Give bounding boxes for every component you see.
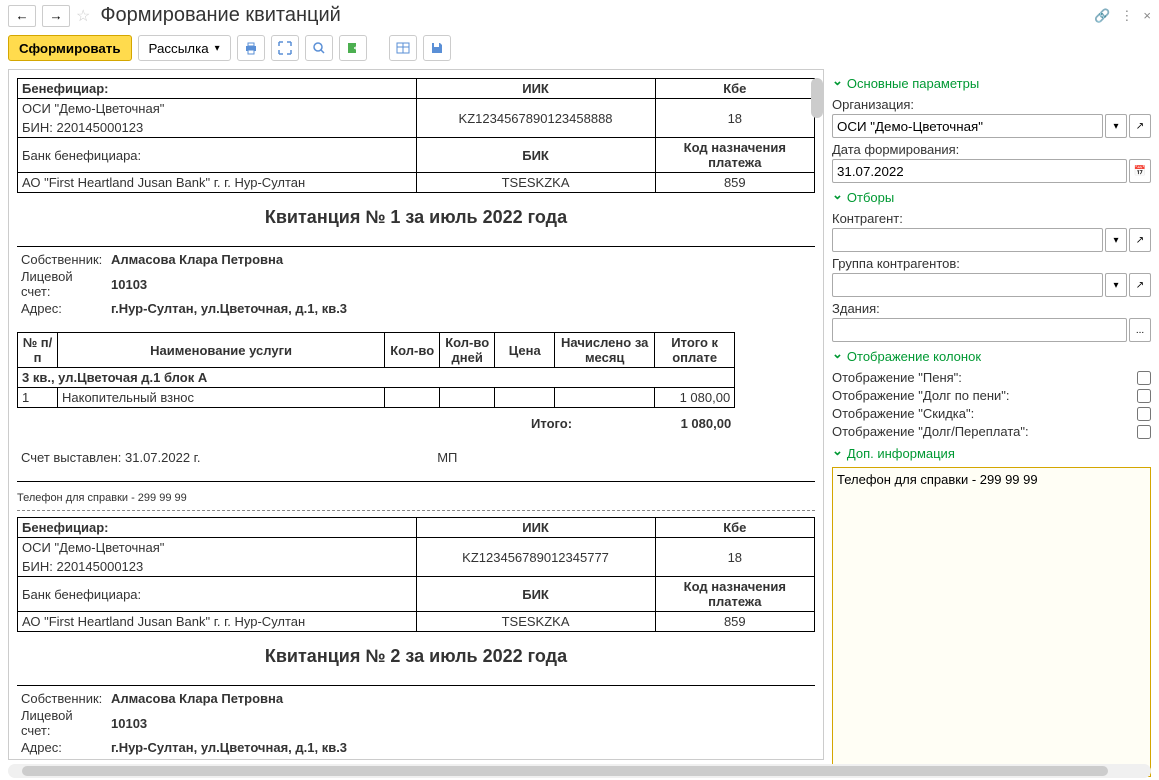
table-button[interactable]: [389, 35, 417, 61]
section-columns[interactable]: Отображение колонок: [832, 346, 1151, 366]
owner-info-2: Собственник:Алмасова Клара Петровна Лице…: [17, 690, 815, 756]
total-row: Итого: 1 080,00: [17, 414, 735, 433]
save-button[interactable]: [423, 35, 451, 61]
zoom-button[interactable]: [305, 35, 333, 61]
export-icon: [345, 40, 361, 56]
bik-value: TSESKZKA: [416, 173, 655, 193]
phone-footnote: Телефон для справки - 299 99 99: [17, 492, 815, 504]
date-input[interactable]: [832, 159, 1127, 183]
receipt-1: Бенефициар: ИИК Кбе ОСИ "Демо-Цветочная"…: [17, 78, 815, 504]
debt-overpay-checkbox[interactable]: [1137, 425, 1151, 439]
more-icon[interactable]: ⋮: [1120, 8, 1133, 24]
owner-info: Собственник:Алмасова Клара Петровна Лице…: [17, 251, 815, 317]
scrollbar-vertical[interactable]: [811, 78, 823, 118]
print-button[interactable]: [237, 35, 265, 61]
back-button[interactable]: ←: [8, 5, 36, 27]
group-dropdown[interactable]: ▾: [1105, 273, 1127, 297]
counterparty-input[interactable]: [832, 228, 1103, 252]
bik-label: БИК: [522, 148, 549, 163]
kbe-value: 18: [655, 99, 814, 138]
section-additional-info[interactable]: Доп. информация: [832, 443, 1151, 463]
mailing-button[interactable]: Рассылка: [138, 35, 231, 61]
section-header-row: 3 кв., ул.Цветочая д.1 блок А: [22, 370, 207, 385]
calendar-icon: 📅: [1134, 166, 1146, 177]
kbe-label: Кбе: [723, 81, 746, 96]
bin-value: БИН: 220145000123: [18, 118, 417, 138]
purpose-label: Код назначения платежа: [684, 140, 786, 170]
forward-button[interactable]: →: [42, 5, 70, 27]
close-icon[interactable]: ×: [1143, 8, 1151, 23]
group-input[interactable]: [832, 273, 1103, 297]
link-icon[interactable]: 🔗: [1094, 8, 1110, 24]
favorite-icon[interactable]: ☆: [76, 6, 90, 26]
purpose-value: 859: [655, 173, 814, 193]
scrollbar-horizontal[interactable]: [8, 764, 1151, 778]
issued-row: Счет выставлен: 31.07.2022 г.МП: [17, 448, 496, 467]
expand-icon: [277, 40, 293, 56]
title-bar: ← → ☆ Формирование квитанций 🔗 ⋮ ×: [0, 0, 1159, 31]
beneficiary-label: Бенефициар:: [22, 81, 109, 96]
buildings-input[interactable]: [832, 318, 1127, 342]
iik-value: KZ1234567890123458888: [416, 99, 655, 138]
beneficiary-name: ОСИ "Демо-Цветочная": [18, 99, 417, 119]
group-label: Группа контрагентов:: [832, 256, 1151, 271]
receipt-title: Квитанция № 1 за июль 2022 года: [17, 193, 815, 242]
counterparty-label: Контрагент:: [832, 211, 1151, 226]
org-open-button[interactable]: ↗: [1129, 114, 1151, 138]
debt-overpay-label: Отображение "Долг/Переплата":: [832, 424, 1029, 439]
section-filters[interactable]: Отборы: [832, 187, 1151, 207]
expand-button[interactable]: [271, 35, 299, 61]
generate-button[interactable]: Сформировать: [8, 35, 132, 61]
buildings-more[interactable]: ...: [1129, 318, 1151, 342]
iik-label: ИИК: [522, 81, 549, 96]
export-button[interactable]: [339, 35, 367, 61]
services-table: № п/п Наименование услуги Кол-во Кол-во …: [17, 332, 735, 408]
receipt-2: Бенефициар: ИИК Кбе ОСИ "Демо-Цветочная"…: [17, 517, 815, 756]
penalty-label: Отображение "Пеня":: [832, 370, 962, 385]
save-icon: [429, 40, 445, 56]
discount-checkbox[interactable]: [1137, 407, 1151, 421]
debt-penalty-checkbox[interactable]: [1137, 389, 1151, 403]
penalty-checkbox[interactable]: [1137, 371, 1151, 385]
beneficiary-table-2: Бенефициар: ИИК Кбе ОСИ "Демо-Цветочная"…: [17, 517, 815, 632]
receipt-title-2: Квитанция № 2 за июль 2022 года: [17, 632, 815, 681]
side-panel: Основные параметры Организация: ▾ ↗ Дата…: [824, 65, 1159, 764]
toolbar: Сформировать Рассылка: [0, 31, 1159, 65]
page-title: Формирование квитанций: [100, 4, 1088, 27]
counterparty-dropdown[interactable]: ▾: [1105, 228, 1127, 252]
org-input[interactable]: [832, 114, 1103, 138]
calendar-button[interactable]: 📅: [1129, 159, 1151, 183]
org-label: Организация:: [832, 97, 1151, 112]
info-textarea[interactable]: [832, 467, 1151, 777]
section-main-params[interactable]: Основные параметры: [832, 73, 1151, 93]
bank-name: АО "First Heartland Jusan Bank" г. г. Ну…: [18, 173, 417, 193]
zoom-icon: [311, 40, 327, 56]
counterparty-open[interactable]: ↗: [1129, 228, 1151, 252]
org-dropdown-button[interactable]: ▾: [1105, 114, 1127, 138]
date-label: Дата формирования:: [832, 142, 1151, 157]
table-row: 1 Накопительный взнос 1 080,00: [18, 388, 735, 408]
group-open[interactable]: ↗: [1129, 273, 1151, 297]
preview-area[interactable]: Бенефициар: ИИК Кбе ОСИ "Демо-Цветочная"…: [8, 69, 824, 760]
bank-label: Банк бенефициара:: [18, 138, 417, 173]
debt-penalty-label: Отображение "Долг по пени":: [832, 388, 1010, 403]
beneficiary-table: Бенефициар: ИИК Кбе ОСИ "Демо-Цветочная"…: [17, 78, 815, 193]
buildings-label: Здания:: [832, 301, 1151, 316]
table-icon: [395, 40, 411, 56]
print-icon: [243, 40, 259, 56]
discount-label: Отображение "Скидка":: [832, 406, 974, 421]
